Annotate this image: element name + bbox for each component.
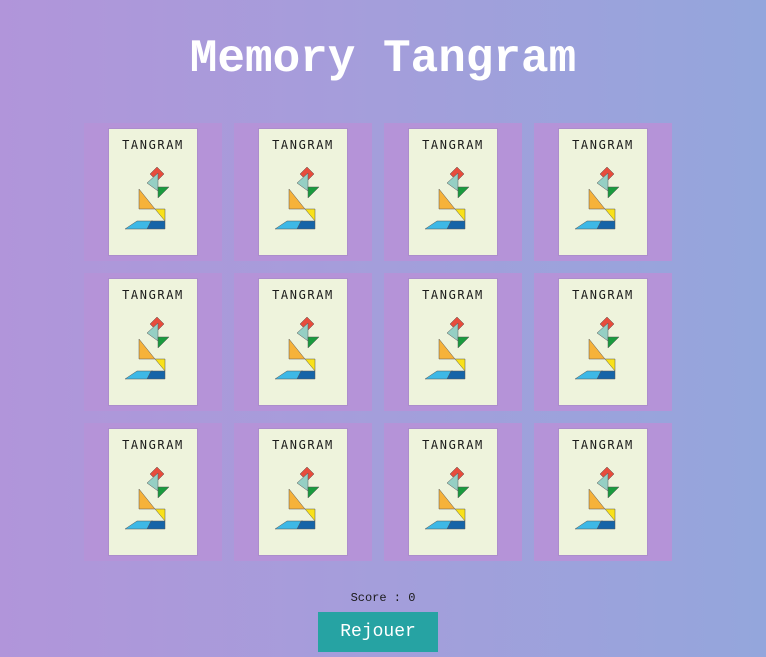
card-label: TANGRAM	[422, 288, 484, 302]
memory-card[interactable]: TANGRAM	[234, 423, 372, 561]
tangram-medium-triangle	[454, 508, 466, 522]
tangram-large-triangle-middle	[438, 338, 456, 360]
tangram-figure-icon	[125, 166, 170, 230]
card-back: TANGRAM	[259, 279, 347, 405]
tangram-large-triangle-middle	[438, 188, 456, 210]
card-back: TANGRAM	[409, 429, 497, 555]
tangram-medium-triangle	[154, 508, 166, 522]
tangram-small-triangle	[307, 486, 320, 499]
score-separator: :	[386, 591, 409, 605]
memory-card[interactable]: TANGRAM	[534, 423, 672, 561]
tangram-medium-triangle	[454, 358, 466, 372]
tangram-medium-triangle	[304, 358, 316, 372]
tangram-large-triangle-middle	[438, 488, 456, 510]
card-label: TANGRAM	[572, 288, 634, 302]
tangram-small-triangle	[157, 486, 170, 499]
score-value: 0	[408, 591, 416, 605]
memory-card[interactable]: TANGRAM	[84, 423, 222, 561]
page-title: Memory Tangram	[189, 33, 577, 85]
card-back: TANGRAM	[559, 279, 647, 405]
card-label: TANGRAM	[422, 438, 484, 452]
tangram-small-triangle	[607, 336, 620, 349]
tangram-small-triangle	[307, 186, 320, 199]
score-label: Score	[350, 591, 387, 605]
tangram-large-triangle-middle	[138, 338, 156, 360]
tangram-small-triangle	[157, 186, 170, 199]
card-back: TANGRAM	[109, 129, 197, 255]
card-back: TANGRAM	[559, 429, 647, 555]
card-label: TANGRAM	[122, 288, 184, 302]
tangram-large-triangle-middle	[138, 188, 156, 210]
tangram-figure-icon	[575, 166, 620, 230]
tangram-figure-icon	[125, 466, 170, 530]
card-label: TANGRAM	[422, 138, 484, 152]
card-label: TANGRAM	[572, 138, 634, 152]
card-label: TANGRAM	[122, 138, 184, 152]
tangram-figure-icon	[425, 316, 470, 380]
card-label: TANGRAM	[122, 438, 184, 452]
card-back: TANGRAM	[559, 129, 647, 255]
card-back: TANGRAM	[259, 129, 347, 255]
tangram-figure-icon	[425, 166, 470, 230]
tangram-medium-triangle	[304, 508, 316, 522]
tangram-small-triangle	[457, 336, 470, 349]
tangram-figure-icon	[275, 466, 320, 530]
replay-button[interactable]: Rejouer	[318, 612, 438, 652]
memory-card[interactable]: TANGRAM	[234, 273, 372, 411]
tangram-medium-triangle	[454, 208, 466, 222]
score-display: Score : 0	[0, 591, 766, 605]
tangram-large-triangle-middle	[588, 488, 606, 510]
tangram-small-triangle	[457, 486, 470, 499]
memory-card[interactable]: TANGRAM	[84, 273, 222, 411]
tangram-figure-icon	[275, 166, 320, 230]
tangram-medium-triangle	[154, 358, 166, 372]
card-label: TANGRAM	[572, 438, 634, 452]
card-label: TANGRAM	[272, 438, 334, 452]
tangram-large-triangle-middle	[288, 488, 306, 510]
card-back: TANGRAM	[259, 429, 347, 555]
tangram-small-triangle	[607, 486, 620, 499]
tangram-figure-icon	[275, 316, 320, 380]
card-back: TANGRAM	[109, 429, 197, 555]
tangram-figure-icon	[575, 466, 620, 530]
card-label: TANGRAM	[272, 138, 334, 152]
card-back: TANGRAM	[409, 129, 497, 255]
tangram-large-triangle-middle	[288, 188, 306, 210]
tangram-small-triangle	[457, 186, 470, 199]
tangram-figure-icon	[425, 466, 470, 530]
tangram-medium-triangle	[604, 358, 616, 372]
tangram-figure-icon	[575, 316, 620, 380]
memory-card[interactable]: TANGRAM	[234, 123, 372, 261]
memory-card[interactable]: TANGRAM	[384, 123, 522, 261]
card-label: TANGRAM	[272, 288, 334, 302]
card-back: TANGRAM	[109, 279, 197, 405]
card-back: TANGRAM	[409, 279, 497, 405]
memory-card[interactable]: TANGRAM	[84, 123, 222, 261]
tangram-large-triangle-middle	[288, 338, 306, 360]
tangram-small-triangle	[157, 336, 170, 349]
memory-card[interactable]: TANGRAM	[534, 273, 672, 411]
tangram-large-triangle-middle	[588, 338, 606, 360]
memory-card[interactable]: TANGRAM	[384, 423, 522, 561]
card-grid: TANGRAM TANGRAM TANGRAM TANGRAM TANGRAM TANGR…	[84, 123, 672, 561]
tangram-medium-triangle	[154, 208, 166, 222]
tangram-large-triangle-middle	[588, 188, 606, 210]
tangram-medium-triangle	[604, 508, 616, 522]
memory-card[interactable]: TANGRAM	[384, 273, 522, 411]
tangram-small-triangle	[607, 186, 620, 199]
tangram-figure-icon	[125, 316, 170, 380]
tangram-large-triangle-middle	[138, 488, 156, 510]
tangram-small-triangle	[307, 336, 320, 349]
tangram-medium-triangle	[604, 208, 616, 222]
tangram-medium-triangle	[304, 208, 316, 222]
memory-card[interactable]: TANGRAM	[534, 123, 672, 261]
